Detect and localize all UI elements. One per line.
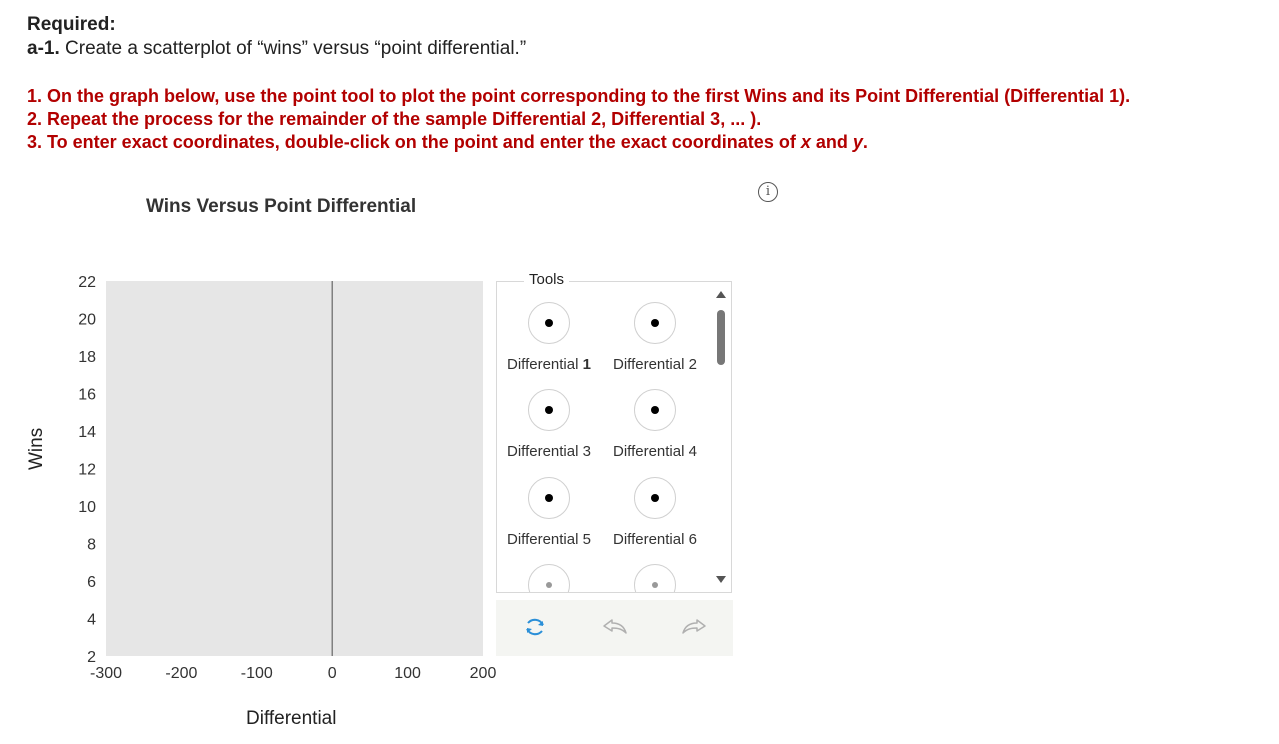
y-tick-label: 16 — [78, 387, 96, 404]
tools-label: Tools — [524, 271, 570, 288]
x-tick-label: -300 — [90, 665, 122, 682]
point-tool-icon[interactable] — [528, 477, 570, 519]
x-tick-label: -200 — [165, 665, 197, 682]
tool-differential-5[interactable]: Differential 5 — [497, 477, 601, 548]
y-tick-label: 4 — [87, 612, 96, 629]
point-tool-icon[interactable] — [528, 389, 570, 431]
action-bar — [496, 600, 733, 656]
x-tick-label: 100 — [394, 665, 421, 682]
y-tick-label: 14 — [78, 424, 96, 441]
point-tool-icon[interactable] — [634, 302, 676, 344]
point-tool-icon[interactable] — [634, 477, 676, 519]
tools-panel: Differential 1 Differential 2 Differenti… — [496, 281, 732, 593]
y-tick-label: 20 — [78, 312, 96, 329]
y-tick-label: 18 — [78, 349, 96, 366]
scroll-down-arrow-icon[interactable] — [716, 576, 726, 583]
x-axis-title: Differential — [246, 708, 337, 729]
tool-partial-next[interactable] — [497, 564, 601, 592]
tool-differential-3[interactable]: Differential 3 — [497, 389, 601, 460]
scroll-up-arrow-icon[interactable] — [716, 291, 726, 298]
redo-icon[interactable] — [679, 612, 709, 642]
x-tick-label: -100 — [241, 665, 273, 682]
plot-background[interactable] — [106, 281, 483, 656]
y-axis-title: Wins — [26, 427, 47, 470]
y-tick-label: 8 — [87, 537, 96, 554]
tool-partial-next[interactable] — [603, 564, 707, 592]
point-tool-icon[interactable] — [634, 564, 676, 592]
undo-icon[interactable] — [600, 612, 630, 642]
y-tick-label: 2 — [87, 649, 96, 666]
scrollbar-thumb[interactable] — [717, 310, 725, 365]
x-tick-label: 0 — [328, 665, 337, 682]
point-tool-icon[interactable] — [528, 302, 570, 344]
reset-icon[interactable] — [520, 612, 550, 642]
point-tool-icon[interactable] — [528, 564, 570, 592]
y-tick-label: 12 — [78, 462, 96, 479]
point-tool-icon[interactable] — [634, 389, 676, 431]
y-tick-label: 10 — [78, 499, 96, 516]
y-tick-label: 6 — [87, 574, 96, 591]
tool-differential-6[interactable]: Differential 6 — [603, 477, 707, 548]
tool-differential-2[interactable]: Differential 2 — [603, 302, 707, 373]
y-tick-label: 22 — [78, 274, 96, 291]
tool-differential-4[interactable]: Differential 4 — [603, 389, 707, 460]
tool-differential-1[interactable]: Differential 1 — [497, 302, 601, 373]
x-tick-label: 200 — [470, 665, 497, 682]
